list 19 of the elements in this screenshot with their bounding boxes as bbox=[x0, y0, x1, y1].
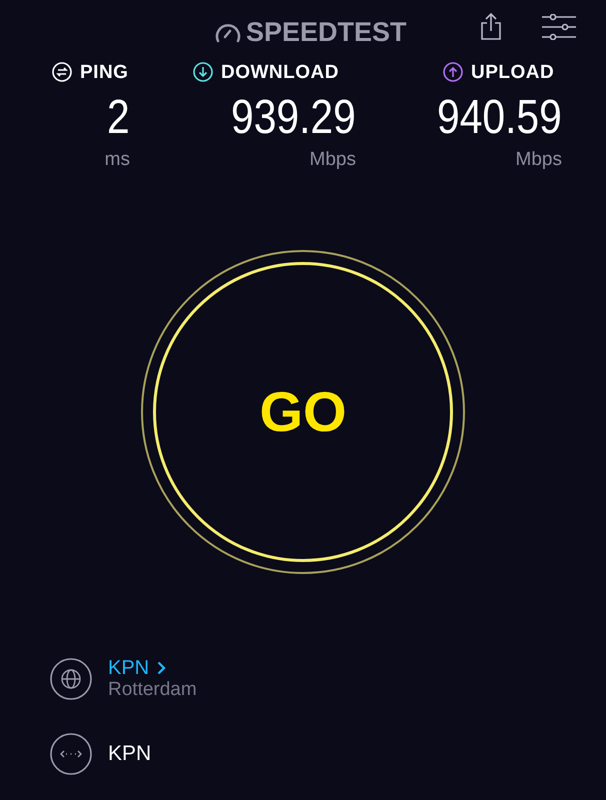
settings-icon[interactable] bbox=[541, 14, 577, 40]
metric-value: 939.29 bbox=[231, 94, 356, 142]
metric-label: PING bbox=[80, 62, 128, 82]
metric-unit: Mbps bbox=[516, 150, 562, 169]
globe-icon bbox=[50, 658, 92, 700]
metric-unit: Mbps bbox=[310, 150, 356, 169]
connection-icon bbox=[50, 733, 92, 775]
chevron-icon[interactable] bbox=[157, 660, 166, 675]
share-icon[interactable] bbox=[480, 12, 502, 40]
server-provider-link[interactable]: KPN bbox=[108, 656, 150, 679]
metric-value: 940.59 bbox=[437, 94, 562, 142]
connection-provider: KPN bbox=[108, 741, 152, 768]
metric-value: 2 bbox=[107, 94, 130, 142]
app-logo: SPEEDTEST bbox=[246, 16, 407, 49]
server-location: Rotterdam bbox=[108, 678, 197, 702]
metric-unit: ms bbox=[104, 150, 130, 169]
go-button[interactable]: GO bbox=[141, 250, 465, 574]
metric-label: DOWNLOAD bbox=[221, 62, 339, 82]
metric-label: UPLOAD bbox=[471, 62, 554, 82]
